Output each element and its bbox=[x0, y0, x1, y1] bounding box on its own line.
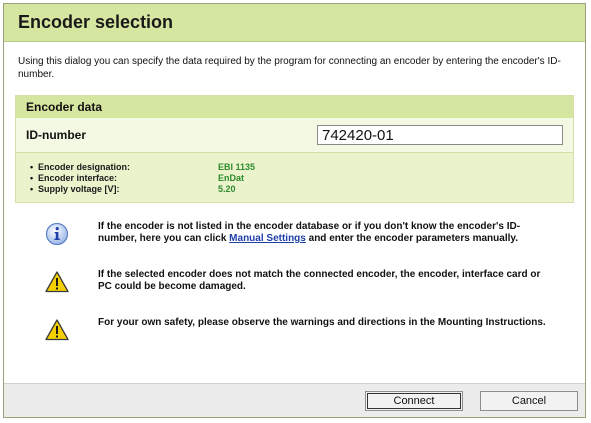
detail-value: EBI 1135 bbox=[218, 161, 256, 172]
warning-note-damage-text: If the selected encoder does not match t… bbox=[98, 269, 541, 292]
warning-note-damage: If the selected encoder does not match t… bbox=[44, 269, 585, 317]
info-note-text: If the encoder is not listed in the enco… bbox=[98, 221, 548, 245]
encoder-selection-dialog: Encoder selection Using this dialog you … bbox=[3, 3, 586, 418]
detail-label: Encoder interface: bbox=[38, 172, 118, 183]
dialog-title: Encoder selection bbox=[18, 12, 174, 32]
detail-row-interface: • Encoder interface: EnDat bbox=[30, 172, 563, 183]
info-text-after: and enter the encoder parameters manuall… bbox=[305, 233, 518, 244]
encoder-details: • Encoder designation: EBI 1135 • Encode… bbox=[16, 153, 573, 202]
detail-value: EnDat bbox=[218, 172, 245, 183]
detail-label: Encoder designation: bbox=[38, 161, 131, 172]
detail-row-voltage: • Supply voltage [V]: 5.20 bbox=[30, 183, 563, 194]
warning-icon bbox=[45, 271, 69, 293]
bullet: • bbox=[30, 183, 34, 194]
info-note: If the encoder is not listed in the enco… bbox=[44, 221, 585, 269]
connect-button[interactable]: Connect bbox=[365, 391, 463, 411]
info-icon bbox=[45, 222, 69, 246]
intro-text: Using this dialog you can specify the da… bbox=[18, 56, 561, 80]
cancel-button[interactable]: Cancel bbox=[480, 391, 578, 411]
bullet: • bbox=[30, 161, 34, 172]
dialog-title-bar: Encoder selection bbox=[4, 4, 585, 42]
dialog-footer: Connect Cancel bbox=[4, 383, 585, 417]
detail-row-designation: • Encoder designation: EBI 1135 bbox=[30, 161, 563, 172]
manual-settings-link[interactable]: Manual Settings bbox=[229, 233, 306, 244]
id-number-input[interactable] bbox=[317, 125, 563, 145]
warning-note-safety-text: For your own safety, please observe the … bbox=[98, 317, 546, 328]
id-number-row: ID-number bbox=[16, 118, 573, 153]
encoder-data-header: Encoder data bbox=[16, 96, 573, 118]
warning-note-safety: For your own safety, please observe the … bbox=[44, 317, 585, 365]
warning-icon bbox=[45, 319, 69, 341]
detail-value: 5.20 bbox=[218, 183, 236, 194]
id-number-label: ID-number bbox=[26, 128, 86, 142]
detail-label: Supply voltage [V]: bbox=[38, 183, 120, 194]
bullet: • bbox=[30, 172, 34, 183]
notes-area: If the encoder is not listed in the enco… bbox=[4, 203, 585, 365]
encoder-data-section: Encoder data ID-number • Encoder designa… bbox=[15, 95, 574, 203]
